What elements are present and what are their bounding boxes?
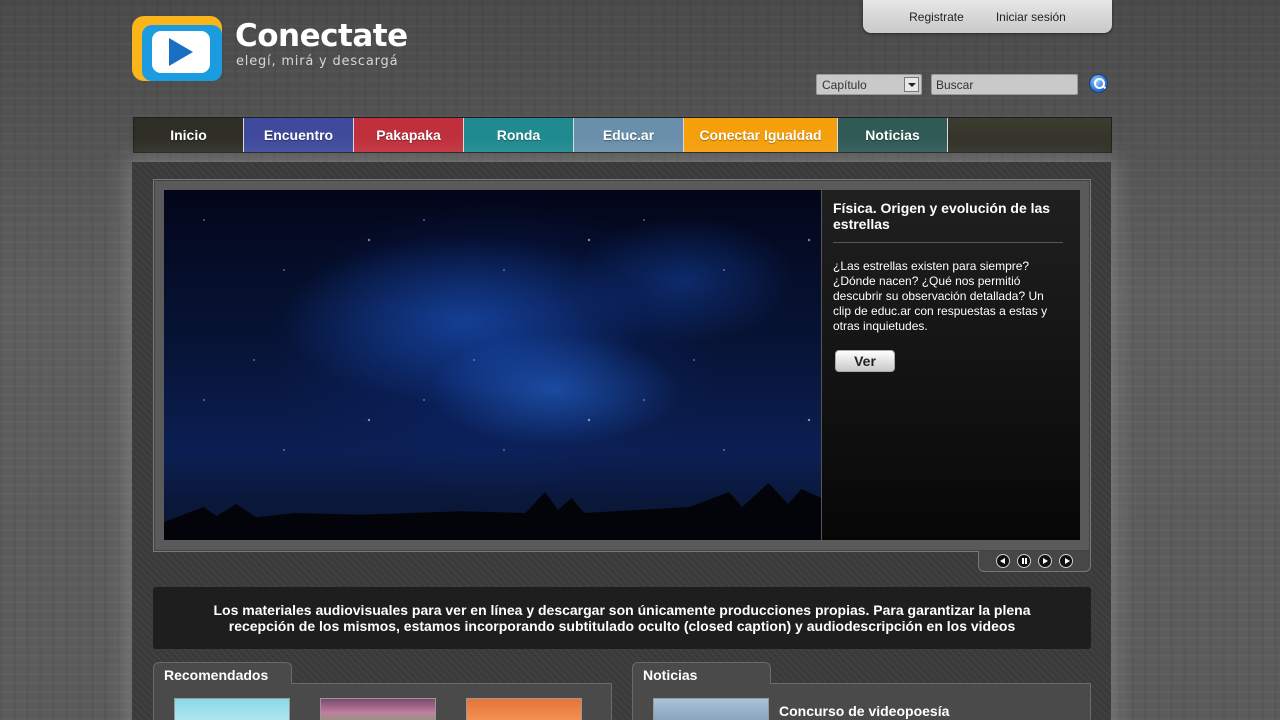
- nav-item-encuentro[interactable]: Encuentro: [244, 118, 354, 152]
- featured-description: ¿Las estrellas existen para siempre? ¿Dó…: [833, 259, 1048, 333]
- play-icon[interactable]: [1038, 554, 1052, 568]
- nav-item-noticias[interactable]: Noticias: [838, 118, 948, 152]
- nav-item-label: Inicio: [170, 127, 207, 143]
- tab-noticias[interactable]: Noticias: [632, 662, 771, 684]
- watch-button[interactable]: Ver: [835, 350, 895, 372]
- search-input[interactable]: [931, 74, 1078, 95]
- user-bar: Registrate Iniciar sesión: [863, 0, 1112, 33]
- nav-item-label: Educ.ar: [602, 127, 655, 143]
- accessibility-notice: Los materiales audiovisuales para ver en…: [153, 587, 1091, 649]
- nav-item-label: Ronda: [496, 127, 541, 143]
- main-nav: Inicio Encuentro Pakapaka Ronda Educ.ar …: [133, 117, 1112, 153]
- logo-title: Conectate: [235, 18, 408, 54]
- login-link[interactable]: Iniciar sesión: [996, 10, 1066, 24]
- nav-item-label: Encuentro: [263, 127, 334, 143]
- featured-image[interactable]: [164, 190, 821, 540]
- nav-item-label: Noticias: [865, 127, 920, 143]
- featured-title: Física. Origen y evolución de las estrel…: [833, 200, 1063, 243]
- play-icon: [169, 38, 193, 66]
- nav-item-pakapaka[interactable]: Pakapaka: [354, 118, 464, 152]
- star-field: [164, 190, 821, 540]
- search-icon[interactable]: [1089, 74, 1108, 93]
- chevron-down-icon[interactable]: [904, 77, 919, 92]
- recommended-thumbnail[interactable]: [320, 698, 436, 720]
- register-link[interactable]: Registrate: [909, 10, 964, 24]
- previous-icon[interactable]: [996, 554, 1010, 568]
- slider-controls: [978, 551, 1091, 572]
- next-icon[interactable]: [1059, 554, 1073, 568]
- category-select-value: Capítulo: [822, 78, 867, 92]
- category-select[interactable]: Capítulo: [816, 74, 922, 95]
- news-headline[interactable]: Concurso de videopoesía: [779, 703, 949, 719]
- tab-recomendados[interactable]: Recomendados: [153, 662, 292, 684]
- news-thumbnail[interactable]: [653, 698, 769, 720]
- nav-item-ronda[interactable]: Ronda: [464, 118, 574, 152]
- featured-info: Física. Origen y evolución de las estrel…: [821, 190, 1080, 540]
- nav-item-label: Pakapaka: [376, 127, 441, 143]
- nav-item-inicio[interactable]: Inicio: [134, 118, 244, 152]
- nav-item-label: Conectar Igualdad: [699, 127, 822, 143]
- nav-item-conectar-igualdad[interactable]: Conectar Igualdad: [684, 118, 838, 152]
- recommended-thumbnail[interactable]: [174, 698, 290, 720]
- nav-item-educar[interactable]: Educ.ar: [574, 118, 684, 152]
- site-logo[interactable]: Conectate elegí, mirá y descargá: [132, 16, 408, 82]
- recommended-thumbnail[interactable]: [466, 698, 582, 720]
- logo-tagline: elegí, mirá y descargá: [236, 54, 399, 69]
- pause-icon[interactable]: [1017, 554, 1031, 568]
